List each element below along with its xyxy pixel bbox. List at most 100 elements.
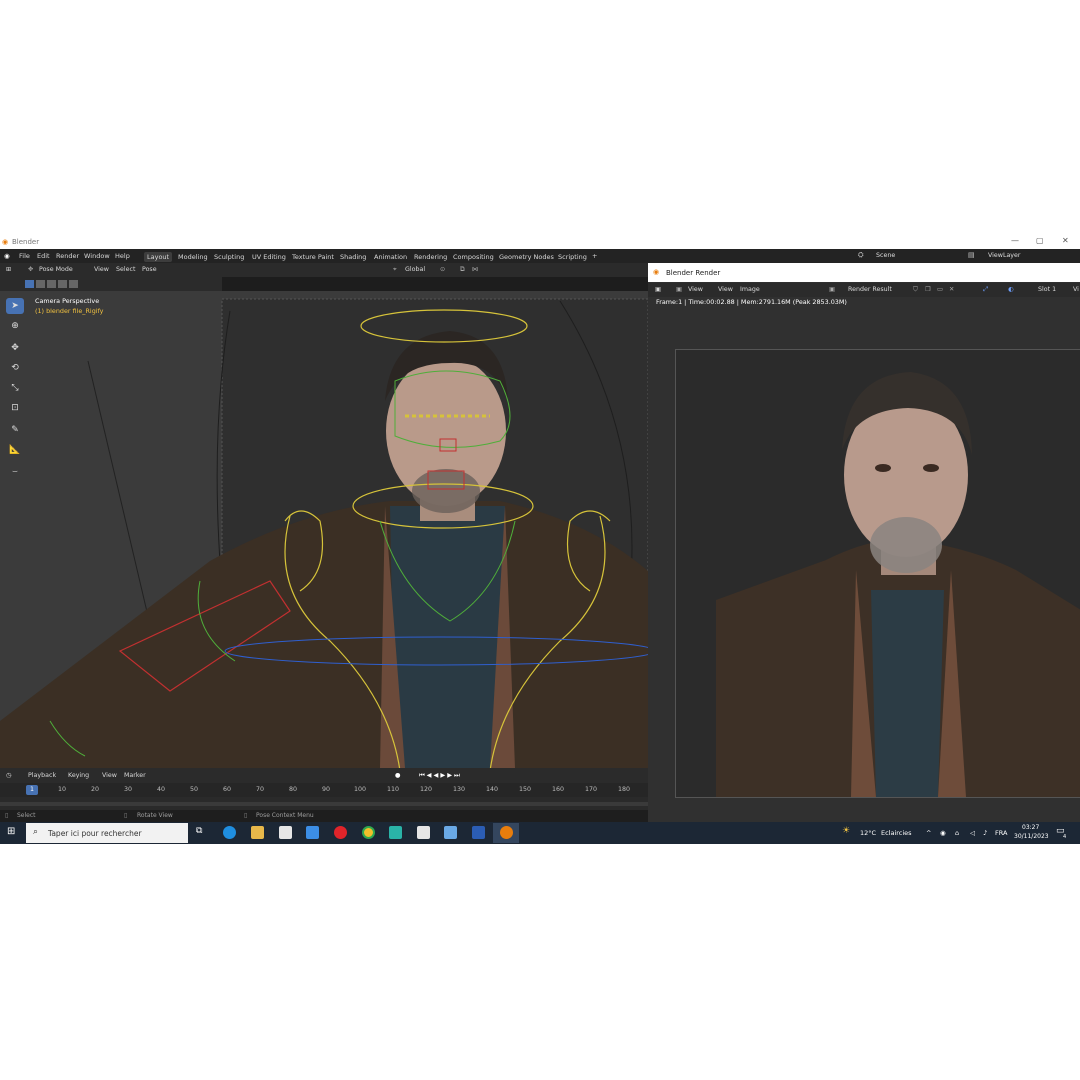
timeline-ruler[interactable]: 1 10 20 30 40 50 60 70 80 90 100 110 120…	[0, 783, 648, 797]
blender-menu-icon[interactable]: ◉	[4, 252, 10, 260]
tick-label: 100	[354, 786, 367, 793]
view-layer-dropdown[interactable]: Vi	[1073, 286, 1079, 293]
new-image-icon[interactable]: ❐	[925, 286, 931, 293]
menu-render[interactable]: Render	[56, 252, 79, 260]
tray-chevron-icon[interactable]: ^	[926, 829, 931, 837]
file-explorer-icon[interactable]	[251, 826, 264, 839]
clock-date[interactable]: 30/11/2023	[1014, 833, 1049, 840]
clock-time[interactable]: 03:27	[1022, 824, 1039, 831]
scale-tool-icon[interactable]: ⤡	[6, 380, 24, 396]
opera-icon[interactable]	[334, 826, 347, 839]
search-placeholder: Taper ici pour rechercher	[48, 829, 142, 838]
select-new-icon[interactable]	[25, 280, 34, 288]
tab-uv-editing[interactable]: UV Editing	[249, 252, 289, 262]
record-button[interactable]: ●	[395, 772, 401, 779]
menu-view[interactable]: View	[94, 266, 109, 273]
maya-icon[interactable]	[389, 826, 402, 839]
open-image-icon[interactable]: ▭	[937, 286, 943, 293]
orientation-dropdown[interactable]: Global	[405, 266, 425, 273]
image-browse-icon[interactable]: ▣	[829, 286, 835, 293]
tab-rendering[interactable]: Rendering	[411, 252, 450, 262]
view-dropdown[interactable]: View	[688, 286, 703, 293]
menu-file[interactable]: File	[19, 252, 30, 260]
tab-sculpting[interactable]: Sculpting	[211, 252, 247, 262]
playback-menu[interactable]: Playback	[28, 772, 56, 779]
render-result-image[interactable]	[675, 349, 1080, 798]
current-frame-marker[interactable]: 1	[26, 785, 38, 795]
view-mode-icon[interactable]: ▣	[676, 286, 682, 293]
select-extend-icon[interactable]	[36, 280, 45, 288]
speaker-icon[interactable]: ♪	[983, 829, 987, 837]
scene-name[interactable]: Scene	[876, 252, 895, 259]
playback-controls[interactable]: ⏮◀◀▶▶⏭	[419, 772, 462, 780]
editor-type-icon[interactable]: ⊞	[6, 266, 11, 273]
tray-app-icon[interactable]: ◉	[940, 829, 946, 837]
network-icon[interactable]: ⌂	[955, 829, 959, 837]
security-icon[interactable]	[417, 826, 430, 839]
transform-tool-icon[interactable]: ⊡	[6, 400, 24, 416]
cursor-tool-icon[interactable]: ⊕	[6, 318, 24, 334]
fake-user-icon[interactable]: ⛉	[913, 286, 918, 294]
proportional-icon[interactable]: ⋈	[472, 266, 478, 273]
tab-animation[interactable]: Animation	[371, 252, 410, 262]
rotate-tool-icon[interactable]: ⟲	[6, 360, 24, 376]
minimize-button[interactable]: —	[1011, 236, 1019, 245]
unlink-image-icon[interactable]: ✕	[949, 286, 954, 293]
weather-temp[interactable]: 12°C	[860, 829, 876, 837]
windows-start-icon[interactable]: ⊞	[7, 826, 15, 837]
tab-compositing[interactable]: Compositing	[450, 252, 497, 262]
select-box-tool-icon[interactable]: ➤	[6, 298, 24, 314]
pivot-icon[interactable]: ⊙	[440, 266, 445, 273]
render-result-field[interactable]: Render Result	[848, 286, 892, 293]
menu-pose[interactable]: Pose	[142, 266, 157, 273]
move-tool-icon[interactable]: ✥	[6, 340, 24, 356]
tab-geometry-nodes[interactable]: Geometry Nodes	[496, 252, 557, 262]
measure-tool-icon[interactable]: 📐	[6, 442, 24, 458]
tab-scripting[interactable]: Scripting	[555, 252, 590, 262]
mail-icon[interactable]	[306, 826, 319, 839]
maximize-button[interactable]: ▢	[1036, 236, 1044, 245]
tab-texture-paint[interactable]: Texture Paint	[289, 252, 337, 262]
3d-viewport[interactable]: Camera Perspective (1) blender file_Rigi…	[0, 291, 648, 768]
menu-image[interactable]: Image	[740, 286, 760, 293]
taskbar-search-box[interactable]: ⌕ Taper ici pour rechercher	[26, 823, 188, 843]
blender-taskbar-active[interactable]	[493, 823, 519, 843]
pose-tool-icon[interactable]: ⌣	[6, 464, 24, 480]
word-icon[interactable]	[472, 826, 485, 839]
add-workspace-button[interactable]: +	[592, 252, 597, 260]
menu-help[interactable]: Help	[115, 252, 130, 260]
close-button[interactable]: ✕	[1062, 236, 1069, 245]
timeline-scrollbar[interactable]	[0, 802, 648, 806]
keying-menu[interactable]: Keying	[68, 772, 89, 779]
volume-icon[interactable]: ◁	[970, 829, 975, 837]
select-subtract-icon[interactable]	[47, 280, 56, 288]
select-invert-icon[interactable]	[58, 280, 67, 288]
weather-text[interactable]: Eclaircies	[881, 829, 912, 837]
snap-icon[interactable]: ⧉	[460, 266, 465, 274]
slot-dropdown[interactable]: Slot 1	[1038, 286, 1056, 293]
annotate-tool-icon[interactable]: ✎	[6, 422, 24, 438]
select-intersect-icon[interactable]	[69, 280, 78, 288]
overlay-icon[interactable]: ◐	[1008, 286, 1014, 293]
language-indicator[interactable]: FRA	[995, 829, 1007, 837]
menu-window[interactable]: Window	[84, 252, 110, 260]
marker-menu[interactable]: Marker	[124, 772, 146, 779]
sample-tool-icon[interactable]: ⤢	[983, 286, 988, 294]
timeline-view-menu[interactable]: View	[102, 772, 117, 779]
chrome-icon[interactable]	[362, 826, 375, 839]
edge-icon[interactable]	[223, 826, 236, 839]
tab-shading[interactable]: Shading	[337, 252, 369, 262]
task-view-icon[interactable]: ⧉	[196, 826, 202, 836]
active-object-label: (1) blender file_Rigify	[35, 307, 104, 315]
tab-layout[interactable]: Layout	[144, 252, 173, 262]
menu-view-2[interactable]: View	[718, 286, 733, 293]
view-layer-name[interactable]: ViewLayer	[988, 252, 1021, 259]
menu-select[interactable]: Select	[116, 266, 135, 273]
timeline-editor-type-icon[interactable]: ◷	[6, 772, 12, 779]
mode-dropdown[interactable]: Pose Mode	[39, 266, 73, 273]
store-icon[interactable]	[279, 826, 292, 839]
menu-edit[interactable]: Edit	[37, 252, 50, 260]
tab-modeling[interactable]: Modeling	[175, 252, 211, 262]
notes-icon[interactable]	[444, 826, 457, 839]
image-editor-type-icon[interactable]: ▣	[655, 286, 661, 293]
